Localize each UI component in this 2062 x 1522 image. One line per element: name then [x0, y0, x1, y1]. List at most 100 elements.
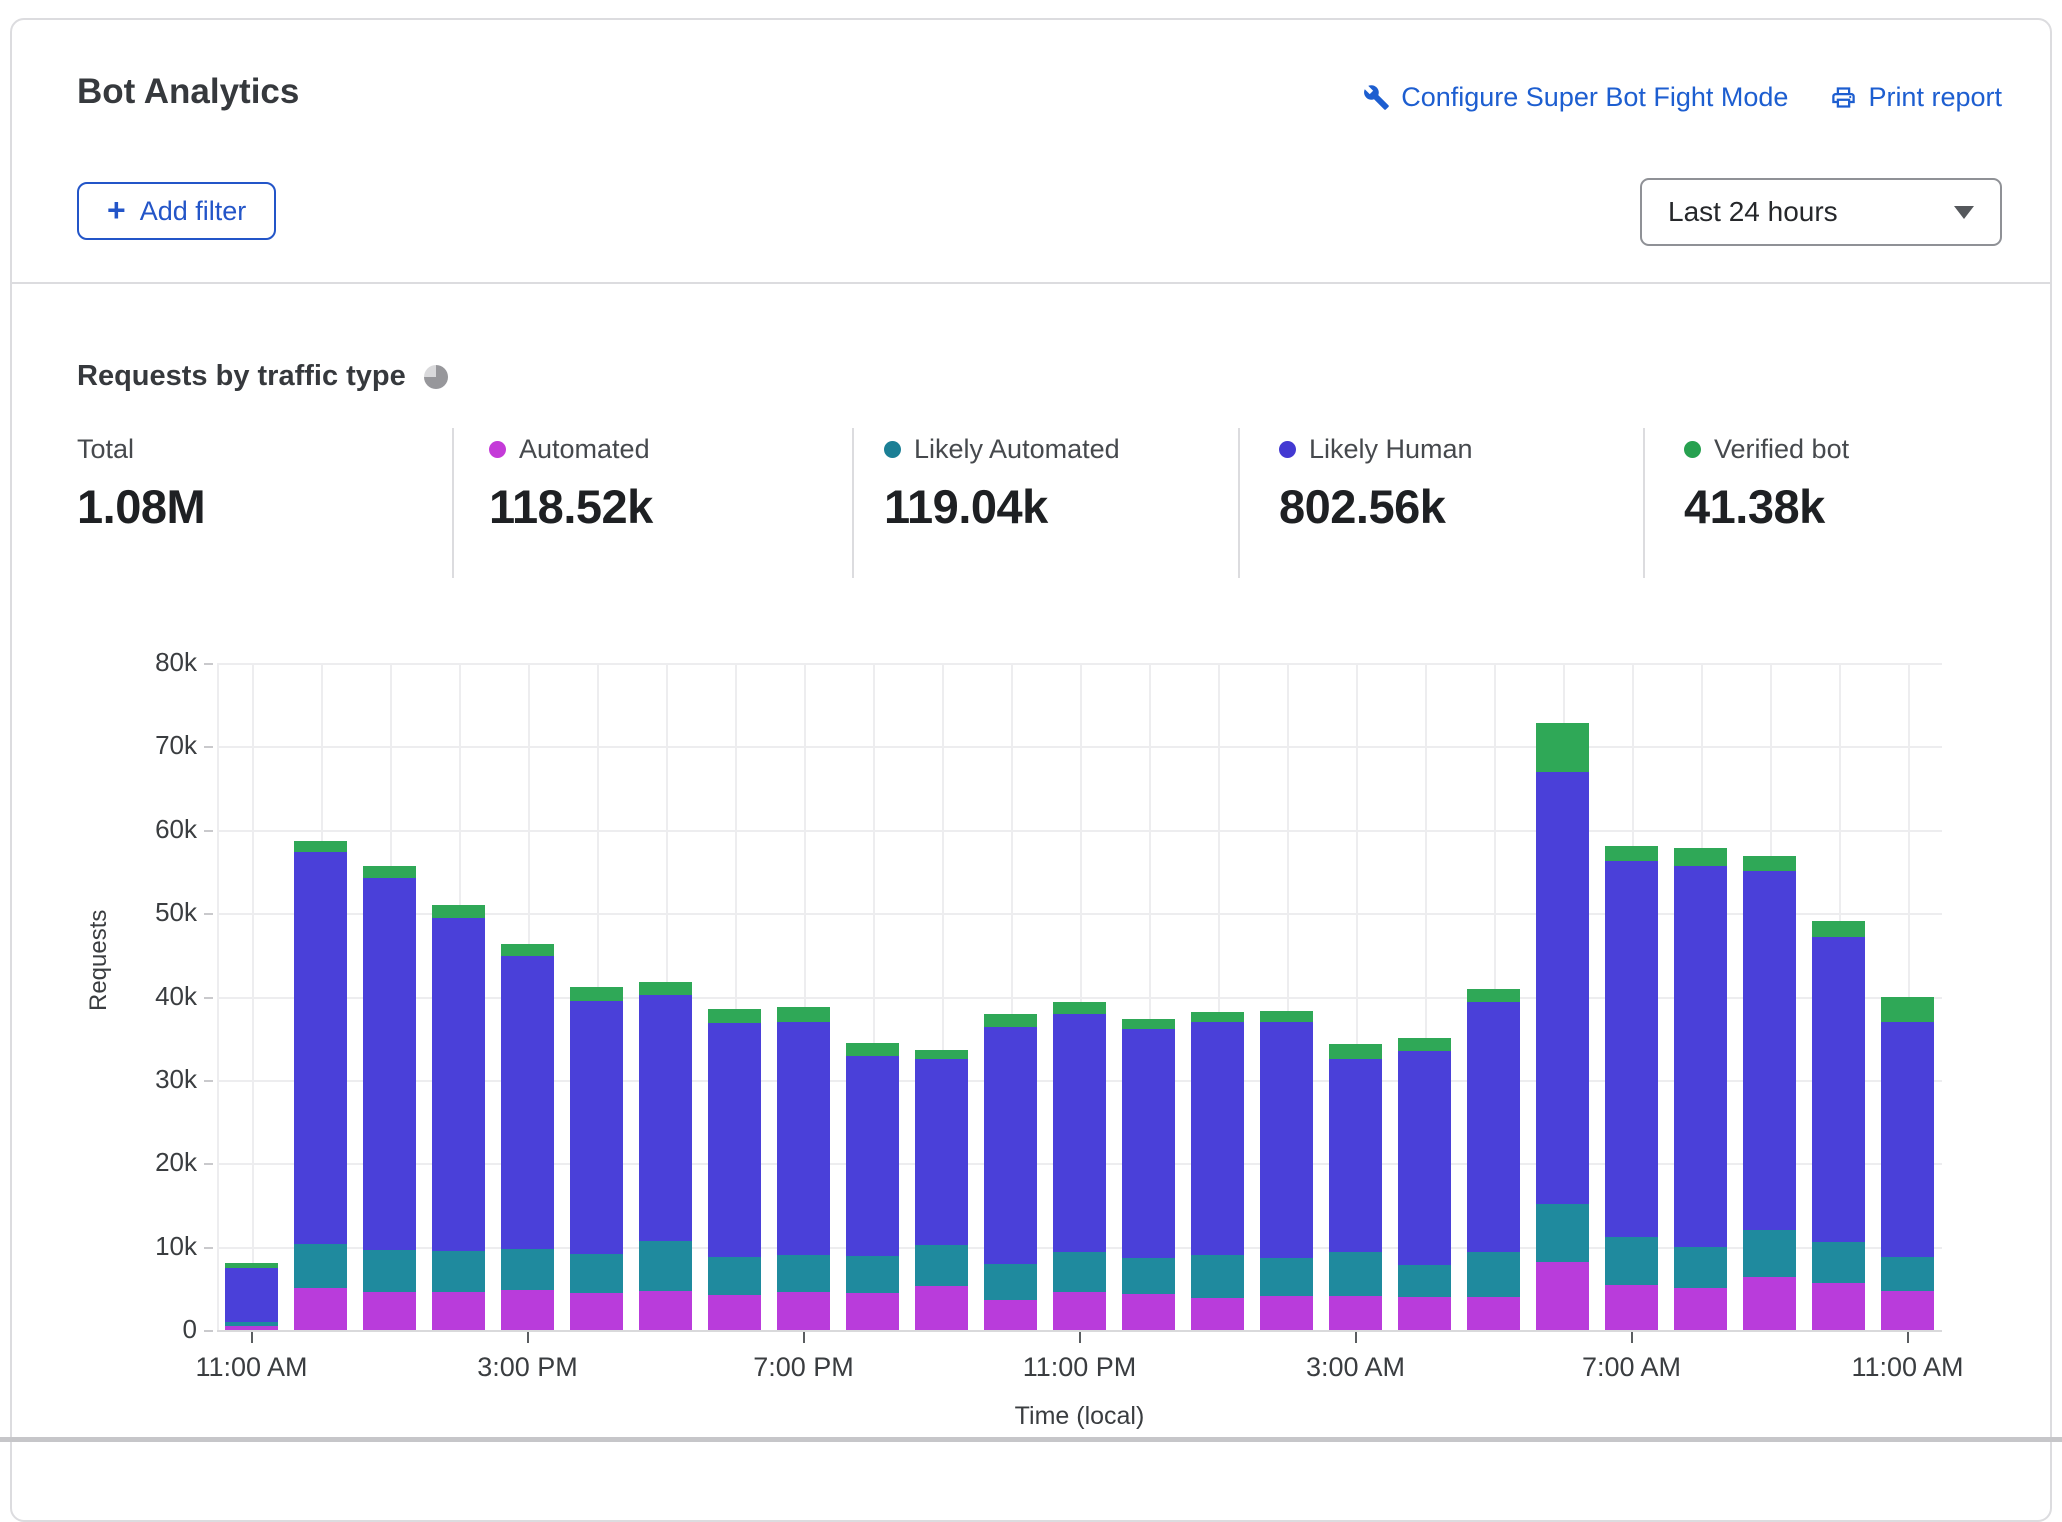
bar-segment-likely-automated[interactable]: [984, 1264, 1037, 1300]
print-report-link[interactable]: Print report: [1830, 82, 2002, 113]
bar-segment-automated[interactable]: [639, 1291, 692, 1330]
add-filter-button[interactable]: + Add filter: [77, 182, 276, 240]
bar-segment-verified-bot[interactable]: [984, 1014, 1037, 1027]
bar-segment-likely-automated[interactable]: [639, 1241, 692, 1291]
stat-likely-human[interactable]: Likely Human 802.56k: [1238, 428, 1643, 578]
bar-segment-likely-automated[interactable]: [294, 1244, 347, 1288]
stat-automated[interactable]: Automated 118.52k: [452, 428, 852, 578]
bar-segment-likely-automated[interactable]: [1536, 1204, 1589, 1262]
bar-segment-automated[interactable]: [1398, 1297, 1451, 1330]
bar-segment-likely-automated[interactable]: [777, 1255, 830, 1292]
bar-segment-likely-automated[interactable]: [1398, 1265, 1451, 1297]
bar-segment-automated[interactable]: [1812, 1283, 1865, 1330]
bar-segment-verified-bot[interactable]: [1674, 848, 1727, 866]
bar-segment-verified-bot[interactable]: [1191, 1012, 1244, 1022]
bar-segment-likely-automated[interactable]: [915, 1245, 968, 1286]
bar-5:00 PM[interactable]: [639, 982, 692, 1330]
bar-segment-likely-automated[interactable]: [1329, 1252, 1382, 1295]
bar-segment-likely-automated[interactable]: [1812, 1242, 1865, 1283]
bar-segment-automated[interactable]: [1605, 1285, 1658, 1330]
bar-segment-verified-bot[interactable]: [1467, 989, 1520, 1002]
bar-segment-automated[interactable]: [1191, 1298, 1244, 1330]
bar-segment-likely-automated[interactable]: [708, 1257, 761, 1295]
bar-segment-likely-human[interactable]: [1881, 1022, 1934, 1258]
bar-segment-verified-bot[interactable]: [1329, 1044, 1382, 1059]
bar-11:00 AM[interactable]: [225, 1263, 278, 1330]
bar-12:00 PM[interactable]: [294, 841, 347, 1330]
bar-segment-verified-bot[interactable]: [708, 1009, 761, 1023]
bar-10:00 AM[interactable]: [1812, 921, 1865, 1330]
bar-7:00 AM[interactable]: [1605, 846, 1658, 1330]
bar-segment-likely-human[interactable]: [1812, 937, 1865, 1242]
bar-segment-likely-human[interactable]: [1674, 866, 1727, 1248]
bar-segment-automated[interactable]: [363, 1292, 416, 1330]
bar-6:00 AM[interactable]: [1536, 723, 1589, 1330]
bar-segment-likely-human[interactable]: [639, 995, 692, 1241]
bar-segment-verified-bot[interactable]: [846, 1043, 899, 1056]
bar-segment-verified-bot[interactable]: [570, 987, 623, 1001]
bar-segment-automated[interactable]: [984, 1300, 1037, 1330]
bar-segment-automated[interactable]: [1674, 1288, 1727, 1330]
bar-segment-likely-human[interactable]: [1122, 1029, 1175, 1258]
bar-segment-likely-automated[interactable]: [432, 1251, 485, 1293]
bar-segment-likely-human[interactable]: [432, 918, 485, 1251]
bar-segment-likely-human[interactable]: [1467, 1002, 1520, 1253]
bar-segment-verified-bot[interactable]: [432, 905, 485, 918]
bar-segment-verified-bot[interactable]: [363, 866, 416, 879]
bar-segment-verified-bot[interactable]: [1743, 856, 1796, 872]
bar-segment-likely-automated[interactable]: [1674, 1247, 1727, 1288]
bar-segment-automated[interactable]: [708, 1295, 761, 1330]
bar-segment-verified-bot[interactable]: [1881, 997, 1934, 1021]
bar-segment-likely-human[interactable]: [1053, 1014, 1106, 1252]
bar-segment-likely-automated[interactable]: [570, 1254, 623, 1293]
bar-segment-likely-human[interactable]: [777, 1022, 830, 1255]
bar-8:00 PM[interactable]: [846, 1043, 899, 1330]
bar-4:00 PM[interactable]: [570, 987, 623, 1330]
bar-1:00 AM[interactable]: [1191, 1012, 1244, 1330]
bar-segment-likely-human[interactable]: [294, 852, 347, 1244]
bar-2:00 AM[interactable]: [1260, 1011, 1313, 1330]
bar-segment-likely-human[interactable]: [984, 1027, 1037, 1265]
bar-segment-likely-human[interactable]: [501, 956, 554, 1249]
bar-segment-likely-human[interactable]: [1329, 1059, 1382, 1252]
bar-segment-automated[interactable]: [1881, 1291, 1934, 1330]
bar-5:00 AM[interactable]: [1467, 989, 1520, 1330]
bar-segment-likely-human[interactable]: [363, 878, 416, 1250]
bar-segment-likely-automated[interactable]: [1260, 1258, 1313, 1296]
bar-10:00 PM[interactable]: [984, 1014, 1037, 1330]
bar-segment-likely-automated[interactable]: [846, 1256, 899, 1294]
bar-segment-verified-bot[interactable]: [1812, 921, 1865, 938]
stat-verified-bot[interactable]: Verified bot 41.38k: [1643, 428, 2050, 578]
bar-12:00 AM[interactable]: [1122, 1019, 1175, 1330]
bar-segment-likely-human[interactable]: [708, 1023, 761, 1257]
bar-segment-automated[interactable]: [915, 1286, 968, 1330]
bar-segment-verified-bot[interactable]: [1536, 723, 1589, 772]
bar-segment-likely-human[interactable]: [915, 1059, 968, 1245]
bar-segment-likely-automated[interactable]: [1881, 1257, 1934, 1290]
bar-8:00 AM[interactable]: [1674, 848, 1727, 1330]
time-range-dropdown[interactable]: Last 24 hours: [1640, 178, 2002, 246]
bar-segment-likely-automated[interactable]: [1605, 1237, 1658, 1285]
bar-segment-automated[interactable]: [1053, 1292, 1106, 1330]
bar-segment-verified-bot[interactable]: [777, 1007, 830, 1021]
bar-segment-verified-bot[interactable]: [915, 1050, 968, 1059]
bar-segment-likely-automated[interactable]: [1053, 1252, 1106, 1291]
bar-segment-verified-bot[interactable]: [294, 841, 347, 853]
bar-9:00 AM[interactable]: [1743, 856, 1796, 1330]
bar-3:00 PM[interactable]: [501, 944, 554, 1330]
bar-segment-likely-human[interactable]: [1398, 1051, 1451, 1265]
bar-segment-likely-automated[interactable]: [1191, 1255, 1244, 1298]
bar-11:00 PM[interactable]: [1053, 1002, 1106, 1330]
bar-segment-automated[interactable]: [846, 1293, 899, 1330]
bar-segment-verified-bot[interactable]: [639, 982, 692, 995]
bar-segment-likely-human[interactable]: [1536, 772, 1589, 1204]
bar-2:00 PM[interactable]: [432, 905, 485, 1330]
bar-11:00 AM[interactable]: [1881, 997, 1934, 1330]
bar-segment-automated[interactable]: [570, 1293, 623, 1330]
bar-segment-likely-human[interactable]: [1743, 871, 1796, 1230]
bar-segment-verified-bot[interactable]: [1605, 846, 1658, 862]
bar-segment-likely-automated[interactable]: [363, 1250, 416, 1293]
bar-segment-automated[interactable]: [1467, 1297, 1520, 1330]
bar-segment-likely-human[interactable]: [570, 1001, 623, 1254]
bar-segment-likely-human[interactable]: [846, 1056, 899, 1256]
